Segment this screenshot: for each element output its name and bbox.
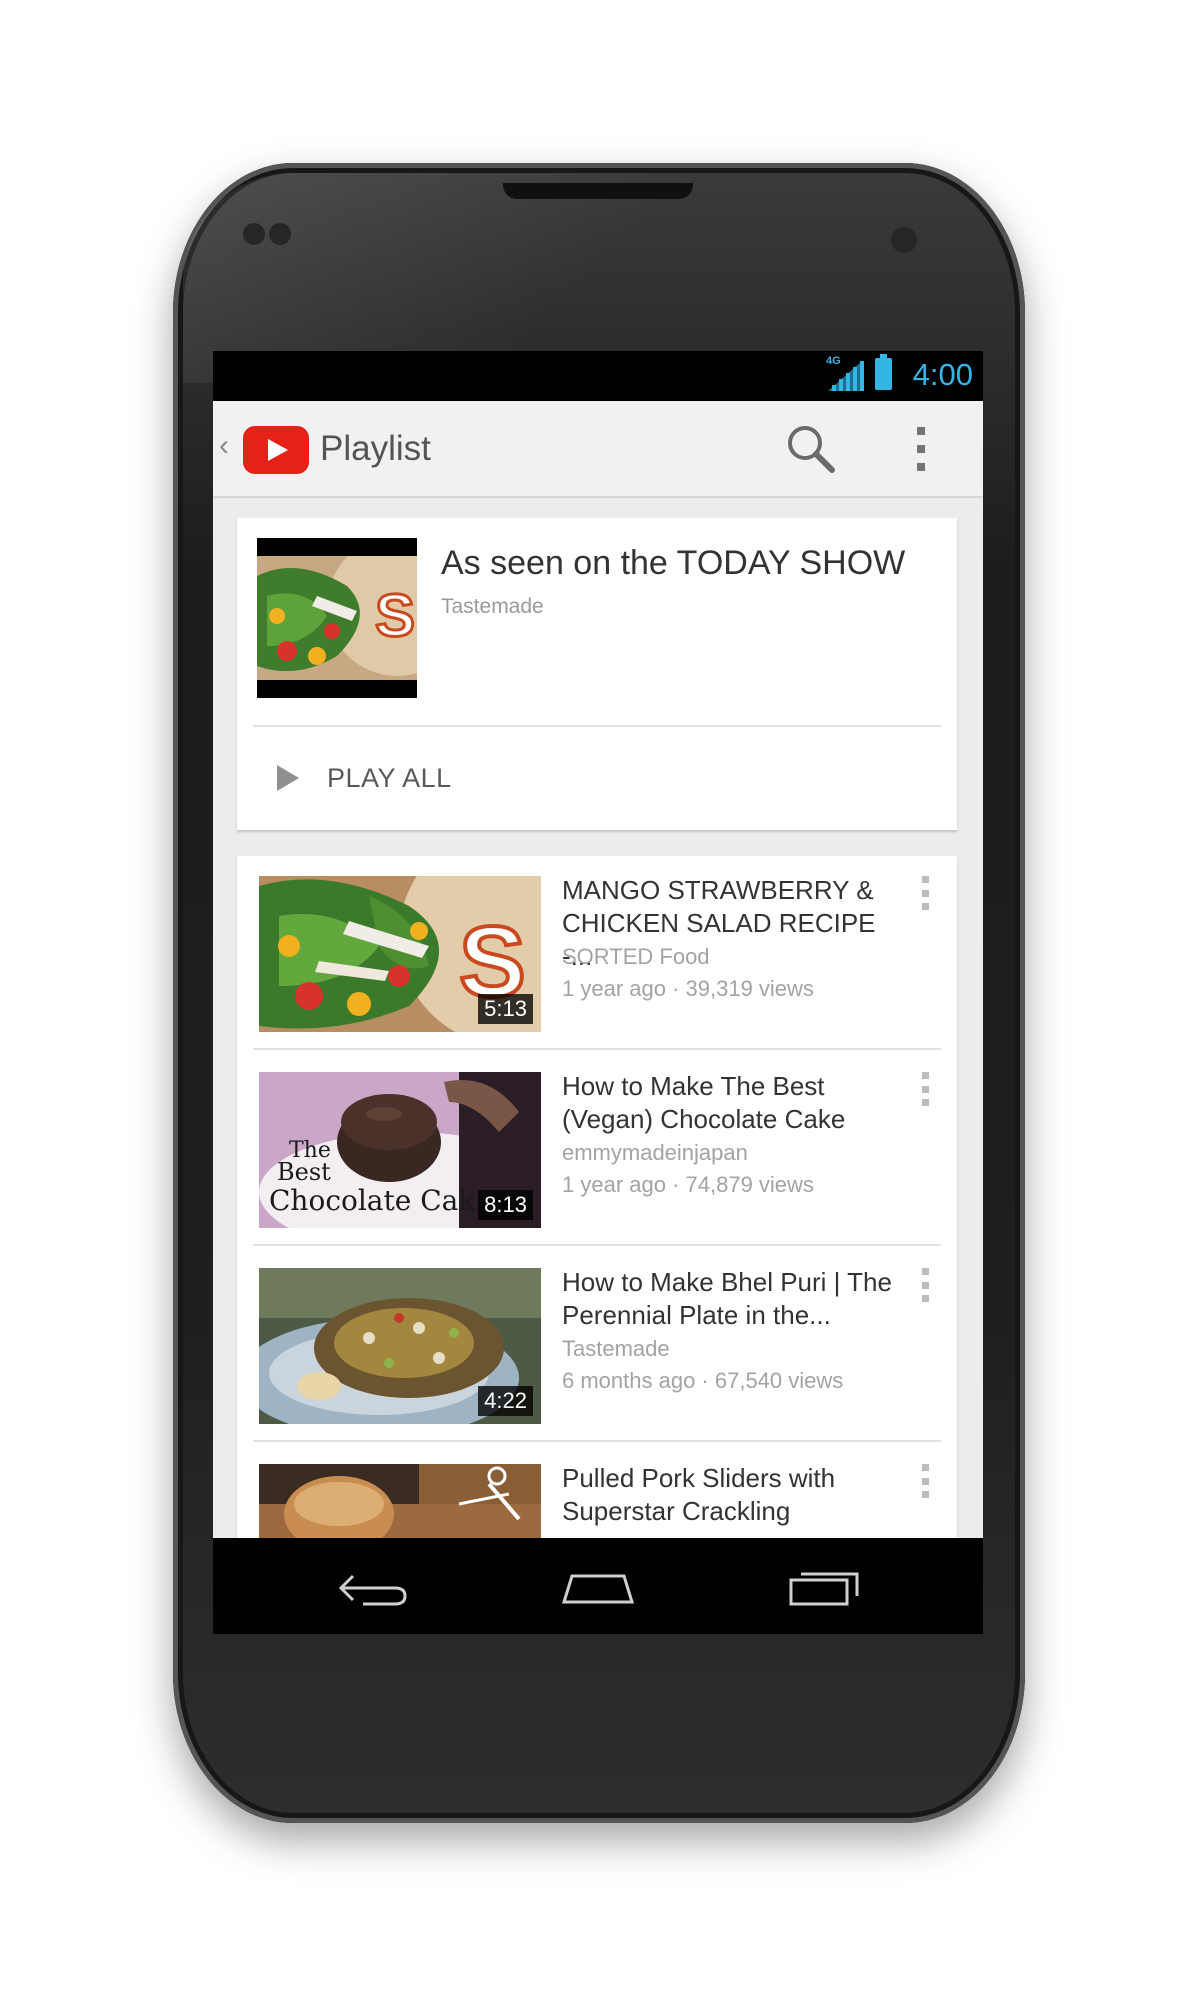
video-overflow-icon[interactable]	[920, 876, 930, 910]
video-list: S 5:13 MANGO STRAWBERRY & CHICKEN SALAD …	[237, 856, 957, 1538]
thumb-text-cake: Chocolate Cak	[269, 1184, 476, 1217]
video-overflow-icon[interactable]	[920, 1464, 930, 1498]
page-title: Playlist	[320, 429, 431, 468]
video-thumbnail[interactable]: The Best Chocolate Cak 8:13	[259, 1072, 541, 1228]
video-item[interactable]: 4:22 How to Make Bhel Puri | The Perenni…	[237, 1248, 957, 1442]
screen: 4G 4:00 ‹ Playlist S As seen on the TODA…	[213, 351, 983, 1634]
playlist-title: As seen on the TODAY SHOW	[441, 544, 906, 582]
video-item[interactable]: Pulled Pork Sliders with Superstar Crack…	[237, 1444, 957, 1538]
play-all-label: PLAY ALL	[327, 762, 452, 793]
front-camera	[891, 227, 917, 253]
video-stats: 1 year ago · 74,879 views	[562, 1172, 814, 1197]
video-channel: Tastemade	[562, 1336, 670, 1361]
action-bar: ‹ Playlist	[213, 401, 983, 498]
status-time: 4:00	[912, 357, 973, 392]
front-sensor	[243, 223, 265, 245]
divider	[253, 1244, 941, 1246]
svg-text:S: S	[375, 582, 415, 649]
salad-image: S	[257, 556, 417, 680]
video-item[interactable]: The Best Chocolate Cak 8:13 How to Make …	[237, 1052, 957, 1246]
playlist-channel[interactable]: Tastemade	[441, 595, 544, 619]
video-duration: 5:13	[478, 994, 533, 1024]
playlist-header-card: S As seen on the TODAY SHOW Tastemade PL…	[237, 518, 957, 830]
home-icon[interactable]	[558, 1562, 638, 1612]
video-item[interactable]: S 5:13 MANGO STRAWBERRY & CHICKEN SALAD …	[237, 856, 957, 1050]
video-duration: 8:13	[478, 1190, 533, 1220]
navigation-bar	[213, 1538, 983, 1634]
playlist-thumbnail[interactable]: S	[257, 538, 417, 698]
video-thumbnail[interactable]	[259, 1464, 541, 1538]
divider	[253, 1440, 941, 1442]
battery-icon	[875, 354, 892, 390]
video-thumbnail[interactable]: 4:22	[259, 1268, 541, 1424]
overflow-menu-icon[interactable]	[913, 427, 929, 471]
divider	[253, 725, 941, 727]
play-all-button[interactable]: PLAY ALL	[277, 758, 452, 798]
video-channel: emmymadeinjapan	[562, 1140, 748, 1165]
back-icon[interactable]	[333, 1562, 413, 1612]
video-overflow-icon[interactable]	[920, 1072, 930, 1106]
pulled-pork-slider-image	[259, 1464, 541, 1538]
video-thumbnail[interactable]: S 5:13	[259, 876, 541, 1032]
status-bar: 4G 4:00	[213, 351, 983, 401]
search-icon[interactable]	[783, 421, 839, 477]
youtube-logo[interactable]	[243, 426, 309, 474]
thumb-text-best: Best	[277, 1158, 331, 1186]
video-stats: 1 year ago · 39,319 views	[562, 976, 814, 1001]
video-channel: SORTED Food	[562, 944, 710, 969]
up-caret-icon[interactable]: ‹	[219, 431, 229, 461]
divider	[253, 1048, 941, 1050]
video-title: Pulled Pork Sliders with Superstar Crack…	[562, 1463, 836, 1526]
play-icon	[277, 765, 299, 791]
earpiece-speaker	[503, 183, 693, 199]
video-stats: 6 months ago · 67,540 views	[562, 1368, 844, 1393]
front-sensor	[269, 223, 291, 245]
video-overflow-icon[interactable]	[920, 1268, 930, 1302]
video-title: How to Make Bhel Puri | The Perennial Pl…	[562, 1267, 892, 1330]
signal-icon	[828, 361, 864, 391]
video-duration: 4:22	[478, 1386, 533, 1416]
playlist-content: S As seen on the TODAY SHOW Tastemade PL…	[213, 498, 983, 1538]
video-title: How to Make The Best (Vegan) Chocolate C…	[562, 1071, 846, 1134]
recent-apps-icon[interactable]	[785, 1562, 865, 1612]
